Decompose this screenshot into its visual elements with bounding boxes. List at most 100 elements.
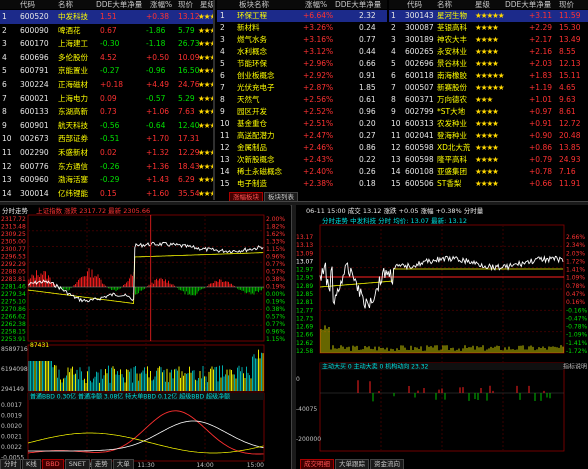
- sector-stock-row[interactable]: 8 600371 万向德农 ★★★ +1.01 9.63: [389, 94, 588, 106]
- sector-stock-row[interactable]: 4 600265 永安林业 ★★★★ +2.16 8.55: [389, 46, 588, 58]
- col-change[interactable]: 涨幅%: [150, 0, 172, 9]
- sector-row[interactable]: 5 节能环保 +2.96% 0.66: [217, 58, 387, 70]
- col-price[interactable]: 现价: [178, 0, 193, 9]
- index-tab[interactable]: 分时: [0, 459, 21, 469]
- sector-row[interactable]: 9 园区开发 +2.52% 0.96: [217, 106, 387, 118]
- stock-row[interactable]: 14 300014 亿纬锂能 0.15 +1.60 35.54 ★★★: [0, 187, 215, 200]
- col-ss-name[interactable]: 名称: [437, 0, 452, 9]
- sector-stock-row[interactable]: 6 600118 南海橡胶 ★★★★★ +1.83 15.11: [389, 70, 588, 82]
- index-tab[interactable]: BBD: [41, 459, 64, 469]
- sector-stock-row[interactable]: 3 300189 神农大丰 ★★★★ +2.17 13.49: [389, 34, 588, 46]
- stock-list-scrollbar[interactable]: [213, 0, 215, 200]
- sector-row[interactable]: 8 天然气 +2.56% 0.61: [217, 94, 387, 106]
- sector-row[interactable]: 10 基金重仓 +2.51% 0.20: [217, 118, 387, 130]
- stock-row[interactable]: 10 002673 西部证券 -0.51 +1.70 17.31: [0, 132, 215, 146]
- col-sector-name[interactable]: 板块名称: [239, 0, 269, 9]
- sector-row[interactable]: 7 光伏充电子 +2.87% 1.85: [217, 82, 387, 94]
- sector-row[interactable]: 13 次新股概念 +2.43% 0.22: [217, 154, 387, 166]
- row-index: 11: [2, 148, 12, 157]
- pct-axis-label: 1.62%: [266, 231, 285, 238]
- stock-row[interactable]: 13 600960 渤海活塞 -0.29 +1.43 6.29 ★★★: [0, 173, 215, 187]
- row-index: 5: [2, 66, 7, 76]
- star-rating: ★★★★: [475, 59, 499, 68]
- stock-row[interactable]: 9 600901 航天科技 -0.56 -0.64 12.40 ★★★: [0, 119, 215, 133]
- sector-stock-row[interactable]: 5 002696 景谷林业 ★★★★ +2.03 12.13: [389, 58, 588, 70]
- sector-row[interactable]: 1 环保工程 +6.64% 2.32: [217, 10, 387, 22]
- sector-row[interactable]: 12 金属制品 +2.46% 0.86: [217, 142, 387, 154]
- stock-row[interactable]: 12 600776 东方通信 -0.26 +1.36 18.43 ★★★: [0, 160, 215, 174]
- col-ss-price[interactable]: 现价: [559, 0, 574, 9]
- y-axis-label: 2270.86: [1, 306, 26, 313]
- sector-stock-row[interactable]: 1 300143 星河生物 ★★★★★ +3.11 11.59: [389, 10, 588, 22]
- stock-row[interactable]: 2 600090 啤酒花 0.67 -1.86 5.79 ★★★: [0, 24, 215, 38]
- y-axis-label: 12.89: [296, 283, 313, 290]
- sector-tabs: 涨幅板块 板块列表: [229, 192, 299, 203]
- col-dde[interactable]: DDE大单净量: [96, 0, 142, 9]
- index-tab[interactable]: 走势: [90, 459, 112, 469]
- indicator-axis-label: 0.0021: [1, 434, 22, 441]
- col-ss-stars[interactable]: 星级: [475, 0, 490, 9]
- stock-row[interactable]: 5 600791 京能置业 -0.27 -0.96 16.50 ★★★: [0, 64, 215, 78]
- col-code[interactable]: 代码: [20, 0, 35, 9]
- y-axis-label: 13.09: [296, 250, 313, 257]
- sector-row[interactable]: 15 电子制造 +2.38% 0.18: [217, 178, 387, 190]
- col-ss-code[interactable]: 代码: [407, 0, 422, 9]
- sector-row[interactable]: 2 新材料 +3.26% 0.24: [217, 22, 387, 34]
- y-axis-label: 12.66: [296, 332, 313, 339]
- col-name[interactable]: 名称: [58, 0, 73, 9]
- sector-row[interactable]: 6 创业板概念 +2.92% 0.91: [217, 70, 387, 82]
- index-tab[interactable]: K线: [22, 459, 41, 469]
- sector-change: +3.26%: [303, 23, 334, 32]
- sector-stock-row[interactable]: 13 600598 隆平高科 ★★★★ +0.79 24.93: [389, 154, 588, 166]
- stock-tab[interactable]: 成交明细: [300, 459, 334, 469]
- stock-row[interactable]: 3 600170 上海建工 -0.30 -1.18 26.73 ★★★: [0, 37, 215, 51]
- stock-price: 6.29: [178, 175, 195, 185]
- y-axis-label: 12.69: [296, 324, 313, 331]
- stock-name: 中发科技: [58, 12, 88, 21]
- sector-change: +2.46%: [303, 143, 334, 152]
- col-sector-dde[interactable]: DDE大单净量: [335, 0, 381, 9]
- stock-price: 9.63: [559, 95, 576, 104]
- sector-stock-row[interactable]: 9 002799 *ST大地 ★★★★ +0.97 8.61: [389, 106, 588, 118]
- col-sector-change[interactable]: 涨幅%: [305, 0, 327, 9]
- stock-tab[interactable]: 大单跟踪: [335, 459, 369, 469]
- sector-change: +6.64%: [303, 11, 334, 20]
- sector-row[interactable]: 4 水利概念 +3.12% 0.44: [217, 46, 387, 58]
- sector-dde: 0.61: [359, 95, 376, 104]
- stock-price: 13.12: [178, 12, 200, 21]
- sector-row[interactable]: 14 稀土永磁概念 +2.40% 0.26: [217, 166, 387, 178]
- stock-chart-canvas[interactable]: 13.1713.1313.0913.07 12.9712.9312.8912.85…: [296, 213, 588, 463]
- sector-row[interactable]: 11 高送配潜力 +2.47% 0.27: [217, 130, 387, 142]
- sector-stock-row[interactable]: 11 002041 登海种业 ★★★★ +0.90 20.48: [389, 130, 588, 142]
- row-index: 7: [220, 83, 225, 92]
- stock-list-header: 代码 名称 DDE大单净量 涨幅% 现价 星级: [0, 0, 215, 9]
- index-tab[interactable]: SNET: [64, 459, 90, 469]
- stock-row[interactable]: 1 600520 中发科技 1.51 +0.38 13.12 ★★★: [0, 10, 215, 24]
- sector-dde: 0.44: [359, 47, 376, 56]
- stock-row[interactable]: 11 002290 禾盛新材 0.02 +1.32 12.29 ★★★: [0, 146, 215, 160]
- sector-stock-row[interactable]: 10 600313 农发种业 ★★★★ +0.91 12.72: [389, 118, 588, 130]
- row-index: 9: [2, 120, 7, 130]
- sector-stock-row[interactable]: 14 600108 亚盛集团 ★★★★ +0.78 7.16: [389, 166, 588, 178]
- star-rating: ★★★: [475, 95, 493, 104]
- sector-stock-row[interactable]: 2 300087 荃银高科 ★★★★ +2.29 15.30: [389, 22, 588, 34]
- stock-tab[interactable]: 资金流向: [370, 459, 404, 469]
- stock-row[interactable]: 6 300224 正海磁材 +0.18 +4.49 24.76 ★★★: [0, 78, 215, 92]
- col-ss-dde[interactable]: DDE大单净量: [505, 0, 551, 9]
- index-tab[interactable]: 大单: [112, 459, 134, 469]
- stock-price: 8.55: [559, 47, 576, 56]
- sector-stock-row[interactable]: 7 000507 新赛股份 ★★★★★ +1.19 4.65: [389, 82, 588, 94]
- stock-row[interactable]: 7 600021 上海电力 0.09 -0.57 5.29 ★★★: [0, 92, 215, 106]
- stock-name: 航天科技: [58, 120, 88, 130]
- index-chart-canvas[interactable]: 2317.722313.482309.252305.002300.772296.…: [0, 213, 290, 468]
- pct-axis-label: 2.66%: [566, 234, 585, 241]
- row-index: 5: [220, 59, 225, 68]
- stock-price: 11.59: [559, 11, 581, 20]
- sector-change: +2.92%: [303, 71, 334, 80]
- stock-row[interactable]: 8 600133 东湖高新 0.73 +1.06 7.63 ★★★: [0, 105, 215, 119]
- sector-stock-row[interactable]: 15 600506 ST香梨 ★★★★ +0.66 11.91: [389, 178, 588, 190]
- sector-stock-row[interactable]: 12 600598 XD北大荒 ★★★★ +0.86 13.85: [389, 142, 588, 154]
- sector-row[interactable]: 3 燃气水务 +3.16% 0.77: [217, 34, 387, 46]
- stock-price: 5.29: [178, 93, 195, 103]
- stock-row[interactable]: 4 600696 多伦股份 4.52 +0.50 10.09 ★★★: [0, 51, 215, 65]
